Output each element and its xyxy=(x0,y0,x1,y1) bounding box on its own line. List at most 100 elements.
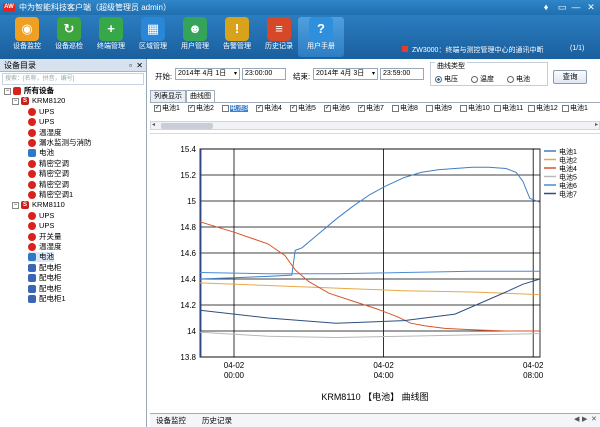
toolbar-button-label: 设备监控 xyxy=(13,43,41,50)
toolbar-button-label: 用户手册 xyxy=(307,43,335,50)
series-checkbox[interactable]: ✓ 电池7 xyxy=(358,104,384,114)
series-checkbox[interactable]: 电池12 xyxy=(528,104,558,114)
radio-dot-icon[interactable] xyxy=(471,75,478,83)
toolbar-button-3[interactable]: ▦ 区域管理 xyxy=(130,17,176,57)
tree-item[interactable]: UPS xyxy=(28,221,54,231)
checkbox-box-icon[interactable] xyxy=(494,104,501,112)
toolbar-button-label: 历史记录 xyxy=(265,43,293,50)
checkbox-box-icon[interactable] xyxy=(460,104,467,112)
view-tab[interactable]: 曲线图 xyxy=(186,90,215,102)
y-tick-label: 15.4 xyxy=(180,145,196,154)
tree-item[interactable]: 配电柜 xyxy=(28,284,62,294)
toolbar-button-2[interactable]: + 终端管理 xyxy=(88,17,134,57)
tree-item-label: 配电柜 xyxy=(39,262,62,272)
tree-item[interactable]: 电池 xyxy=(28,148,54,158)
series-checkbox[interactable]: 电池11 xyxy=(494,104,523,114)
tree-item[interactable]: 精密空调1 xyxy=(28,190,73,200)
query-button[interactable]: 查询 xyxy=(553,70,587,84)
series-checkbox[interactable]: ✓ 电池6 xyxy=(324,104,350,114)
tree-item[interactable]: 配电柜1 xyxy=(28,294,66,304)
toolbar-button-1[interactable]: ↻ 设备巡检 xyxy=(46,17,92,57)
collapse-toggle-icon[interactable]: − xyxy=(12,201,19,209)
tree-item[interactable]: 配电柜 xyxy=(28,263,62,273)
collapse-toggle-icon[interactable]: − xyxy=(12,97,19,105)
checkbox-box-icon[interactable]: ✓ xyxy=(358,104,365,112)
tree-item[interactable]: UPS xyxy=(28,117,54,127)
device-search-input[interactable]: 搜索：[名称，拼音，编号] xyxy=(2,73,144,85)
checkbox-box-icon[interactable] xyxy=(426,104,433,112)
skin-button[interactable]: ♦ xyxy=(540,1,552,13)
close-button[interactable]: ✕ xyxy=(585,1,597,13)
checkbox-box-icon[interactable] xyxy=(222,104,229,112)
scroll-thumb[interactable] xyxy=(161,123,213,129)
radio-dot-icon[interactable] xyxy=(435,75,442,83)
toolbar-button-4[interactable]: ☻ 用户管理 xyxy=(172,17,218,57)
tree-item[interactable]: UPS xyxy=(28,107,54,117)
scroll-left-icon[interactable]: ◂ xyxy=(152,122,155,129)
start-time-input[interactable]: 23:00:00 xyxy=(242,68,286,80)
tab-next-icon[interactable]: ▶ xyxy=(582,415,587,423)
tree-item[interactable]: 精密空调 xyxy=(28,159,69,169)
checkbox-box-icon[interactable] xyxy=(392,104,399,112)
tree-item[interactable]: UPS xyxy=(28,211,54,221)
tree-item[interactable]: 开关量 xyxy=(28,232,62,242)
checkbox-box-icon[interactable] xyxy=(528,104,535,112)
curve-type-radio[interactable]: 电压 xyxy=(435,74,458,84)
tab-close-icon[interactable]: ✕ xyxy=(591,415,597,423)
bottom-tabs: 设备监控 历史记录 ◀ ▶ ✕ xyxy=(150,413,600,427)
toolbar-button-0[interactable]: ◉ 设备监控 xyxy=(4,17,50,57)
series-checkbox[interactable]: 电池8 xyxy=(392,104,418,114)
series-checkbox[interactable]: ✓ 电池5 xyxy=(290,104,316,114)
radio-dot-icon[interactable] xyxy=(507,75,514,83)
tree-item[interactable]: 温湿度 xyxy=(28,242,62,252)
series-checkbox[interactable]: 电池10 xyxy=(460,104,490,114)
end-date-picker[interactable]: 2014年 4月 3日 ▾ xyxy=(313,68,378,80)
alarm-device-icon xyxy=(28,243,36,252)
series-checkbox[interactable]: ✓ 电池1 xyxy=(154,104,180,114)
curve-type-radio[interactable]: 电池 xyxy=(507,74,530,84)
alarm-notice[interactable]: ZW3000：终端与测控管理中心的通讯中断 xyxy=(412,45,543,55)
site-icon: S xyxy=(21,201,29,210)
tree-item[interactable]: − S KRM8110 xyxy=(12,200,65,210)
tree-item[interactable]: − S KRM8120 xyxy=(12,96,65,106)
panel-close-icon[interactable]: ✕ xyxy=(136,59,143,72)
series-checkbox[interactable]: ✓ 电池2 xyxy=(188,104,214,114)
tree-item[interactable]: − 所有设备 xyxy=(4,86,54,96)
bottom-tab-history[interactable]: 历史记录 xyxy=(202,415,232,427)
tree-item[interactable]: 漏水监测与消防 xyxy=(28,138,92,148)
checkbox-box-icon[interactable]: ✓ xyxy=(154,104,161,112)
checkbox-box-icon[interactable]: ✓ xyxy=(290,104,297,112)
series-checkbox[interactable]: 电池1 xyxy=(562,104,588,114)
tree-item[interactable]: 精密空调 xyxy=(28,180,69,190)
checkbox-box-icon[interactable]: ✓ xyxy=(188,104,195,112)
collapse-toggle-icon[interactable]: − xyxy=(4,87,11,95)
minimize-button[interactable]: — xyxy=(570,1,582,13)
bottom-tab-monitor[interactable]: 设备监控 xyxy=(156,415,186,427)
tree-item[interactable]: 配电柜 xyxy=(28,273,62,283)
tree-item[interactable]: 温湿度 xyxy=(28,128,62,138)
checkbox-box-icon[interactable]: ✓ xyxy=(324,104,331,112)
checkbox-box-icon[interactable] xyxy=(562,104,569,112)
tree-item[interactable]: 电池 xyxy=(28,252,54,263)
tree-item-label: 电池 xyxy=(39,148,54,158)
toolbar-button-6[interactable]: ≡ 历史记录 xyxy=(256,17,302,57)
curve-type-radio[interactable]: 温度 xyxy=(471,74,494,84)
toolbar-button-5[interactable]: ! 告警管理 xyxy=(214,17,260,57)
series-checkbox[interactable]: 电池9 xyxy=(426,104,452,114)
radio-label: 温度 xyxy=(480,76,494,83)
pin-icon[interactable]: ▫ xyxy=(129,59,132,72)
checkbox-box-icon[interactable]: ✓ xyxy=(256,104,263,112)
toolbar-button-7[interactable]: ? 用户手册 xyxy=(298,17,344,57)
scroll-right-icon[interactable]: ▸ xyxy=(595,122,598,129)
checkbox-label: 电池12 xyxy=(536,105,558,112)
restore-button[interactable]: ▭ xyxy=(556,1,568,13)
series-checkbox[interactable]: ✓ 电池4 xyxy=(256,104,282,114)
series-checkbox[interactable]: 电池3 xyxy=(222,104,248,114)
horizontal-scrollbar[interactable]: ◂ ▸ xyxy=(150,121,600,130)
end-time-input[interactable]: 23:59:00 xyxy=(380,68,424,80)
view-tab[interactable]: 列表显示 xyxy=(150,90,186,102)
start-date-picker[interactable]: 2014年 4月 1日 ▾ xyxy=(175,68,240,80)
tab-prev-icon[interactable]: ◀ xyxy=(574,415,579,423)
checkbox-label: 电池1 xyxy=(570,105,588,112)
tree-item[interactable]: 精密空调 xyxy=(28,169,69,179)
